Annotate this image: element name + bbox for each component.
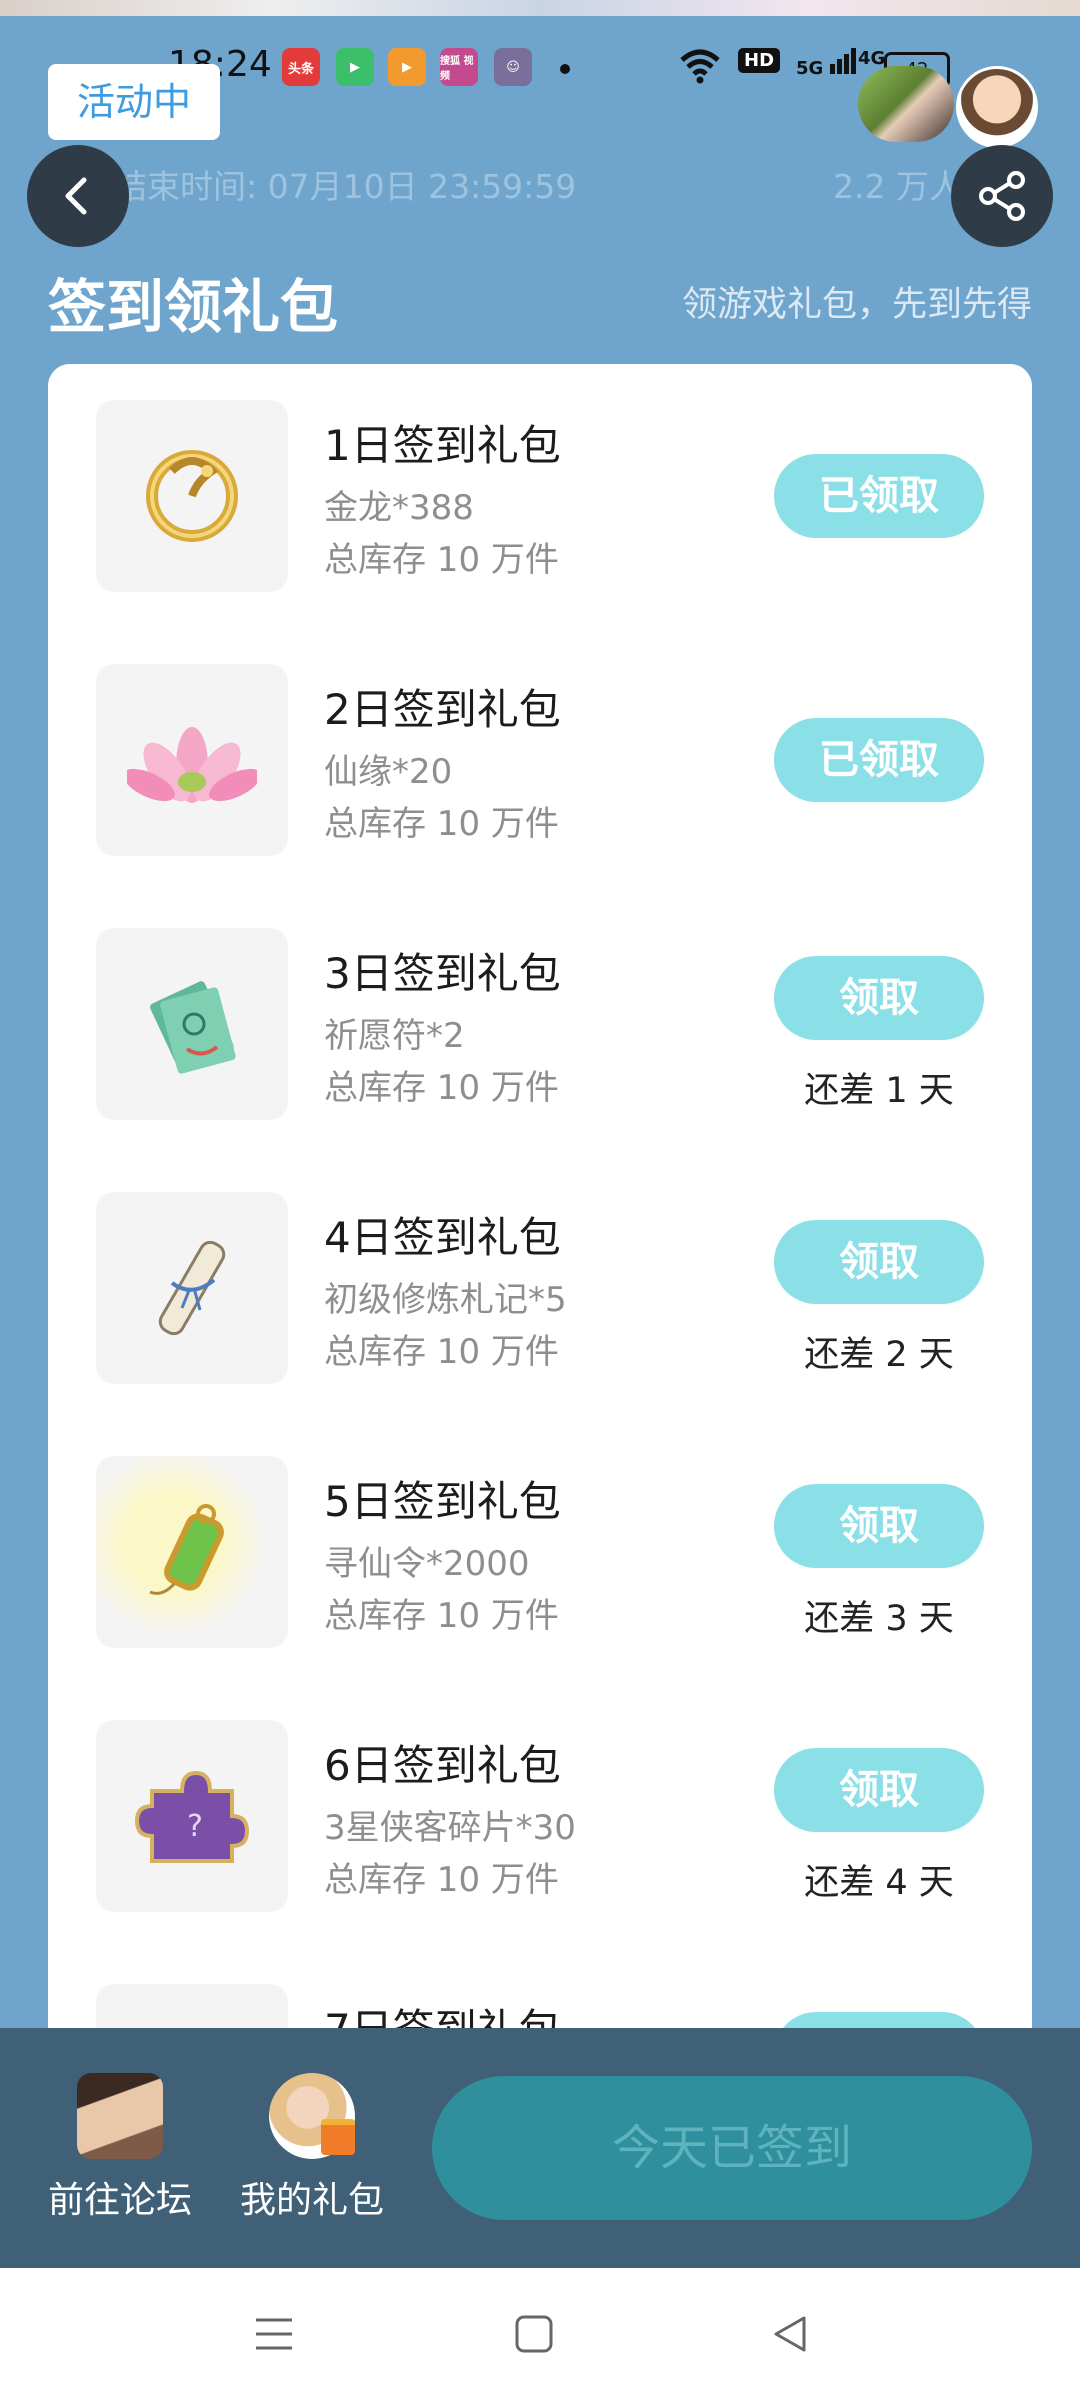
more-notifications-dot (560, 64, 570, 74)
game-avatar-icon: ☺ (494, 48, 532, 86)
video-app-icon: ▶ (336, 48, 374, 86)
days-remaining: 还差 4 天 (804, 1863, 954, 1903)
gift-item: 3星侠客碎片*30 (324, 1808, 576, 1848)
gift-name: 2日签到礼包 (324, 685, 561, 734)
gift-stock: 总库存 10 万件 (324, 1596, 559, 1636)
gift-item: 初级修炼札记*5 (324, 1280, 567, 1320)
checked-in-today-button[interactable]: 今天已签到 (432, 2076, 1032, 2220)
jade-token-icon (96, 1456, 288, 1648)
home-icon[interactable] (514, 2314, 554, 2354)
gift-row-day6: ? 6日签到礼包 3星侠客碎片*30 总库存 10 万件 领取 还差 4 天 (48, 1720, 1032, 1912)
back-nav-icon[interactable] (770, 2314, 810, 2354)
gift-row-day7: 7日签到礼包 (48, 1984, 1032, 2028)
days-remaining: 还差 3 天 (804, 1599, 954, 1639)
gift-row-day1: 1日签到礼包 金龙*388 总库存 10 万件 已领取 (48, 400, 1032, 592)
gift-stock: 总库存 10 万件 (324, 1860, 559, 1900)
gift-name: 6日签到礼包 (324, 1741, 561, 1790)
claimed-button[interactable]: 已领取 (774, 718, 984, 802)
forum-game-icon (77, 2073, 163, 2159)
claimed-button[interactable]: 已领取 (774, 454, 984, 538)
claim-button[interactable]: 领取 (774, 1220, 984, 1304)
gift-row-day3: 3日签到礼包 祈愿符*2 总库存 10 万件 领取 还差 1 天 (48, 928, 1032, 1120)
page-subtitle: 领游戏礼包，先到先得 (681, 285, 1032, 325)
days-remaining: 还差 1 天 (804, 1071, 954, 1111)
signal-4g-icon: 4G (858, 48, 885, 69)
gift-box-icon (321, 2119, 355, 2155)
gift-name: 7日签到礼包 (324, 1996, 561, 2028)
gift-stock: 总库存 10 万件 (324, 1332, 559, 1372)
forum-button[interactable]: 前往论坛 (30, 2073, 210, 2223)
gift-item: 仙缘*20 (324, 752, 453, 792)
user-avatar[interactable] (956, 66, 1038, 148)
my-gifts-button[interactable]: 我的礼包 (222, 2073, 402, 2223)
gift-name: 4日签到礼包 (324, 1213, 561, 1262)
claim-button[interactable]: 领取 (774, 1484, 984, 1568)
search-app-icon: 搜狐 视频 (440, 48, 478, 86)
signal-5g-icon: 5G (796, 48, 856, 79)
gift-stock: 总库存 10 万件 (324, 804, 559, 844)
bottom-action-bar: 前往论坛 我的礼包 今天已签到 (0, 2028, 1080, 2268)
play-app-icon: ▶ (388, 48, 426, 86)
wifi-icon (678, 48, 722, 90)
claim-button[interactable]: 领取 (774, 956, 984, 1040)
lotus-icon (96, 664, 288, 856)
my-gifts-label: 我的礼包 (239, 2180, 384, 2221)
back-button[interactable] (27, 145, 129, 247)
gift-row-day4: 4日签到礼包 初级修炼札记*5 总库存 10 万件 领取 还差 2 天 (48, 1192, 1032, 1384)
my-gifts-icon (269, 2073, 355, 2159)
toutiao-icon: 头条 (282, 48, 320, 86)
menu-icon[interactable] (254, 2314, 294, 2354)
gift-item: 寻仙令*2000 (324, 1544, 530, 1584)
share-button[interactable] (951, 145, 1053, 247)
gift-item: 金龙*388 (324, 488, 474, 528)
gift-list: 1日签到礼包 金龙*388 总库存 10 万件 已领取 2日签到礼包 仙缘*20… (48, 364, 1032, 2028)
gift-stock: 总库存 10 万件 (324, 1068, 559, 1108)
system-navigation-bar (0, 2268, 1080, 2400)
user-avatar-secondary (858, 66, 954, 142)
gift-item: 祈愿符*2 (324, 1016, 465, 1056)
share-icon (979, 171, 1025, 221)
puzzle-fragment-icon: ? (96, 1720, 288, 1912)
page-title: 签到领礼包 (48, 273, 339, 341)
gift-name: 5日签到礼包 (324, 1477, 561, 1526)
activity-status-pill: 活动中 (48, 64, 220, 140)
claim-button[interactable]: 领取 (774, 1748, 984, 1832)
claim-button[interactable] (774, 2012, 984, 2028)
gift-name: 3日签到礼包 (324, 949, 561, 998)
chevron-left-icon (65, 177, 87, 215)
scroll-icon (96, 1192, 288, 1384)
signal-5g-label: 5G (796, 58, 824, 79)
gift-row-day5: 5日签到礼包 寻仙令*2000 总库存 10 万件 领取 还差 3 天 (48, 1456, 1032, 1648)
signal-4g-label: 4G (858, 48, 886, 69)
forum-label: 前往论坛 (47, 2180, 192, 2221)
days-remaining: 还差 2 天 (804, 1335, 954, 1375)
svg-text:?: ? (187, 1809, 203, 1844)
gift-icon (96, 1984, 288, 2028)
top-banner-strip (0, 0, 1080, 16)
talisman-notes-icon (96, 928, 288, 1120)
gift-name: 1日签到礼包 (324, 421, 561, 470)
golden-dragon-icon (96, 400, 288, 592)
hd-icon: HD (738, 48, 781, 73)
gift-row-day2: 2日签到礼包 仙缘*20 总库存 10 万件 已领取 (48, 664, 1032, 856)
gift-stock: 总库存 10 万件 (324, 540, 559, 580)
